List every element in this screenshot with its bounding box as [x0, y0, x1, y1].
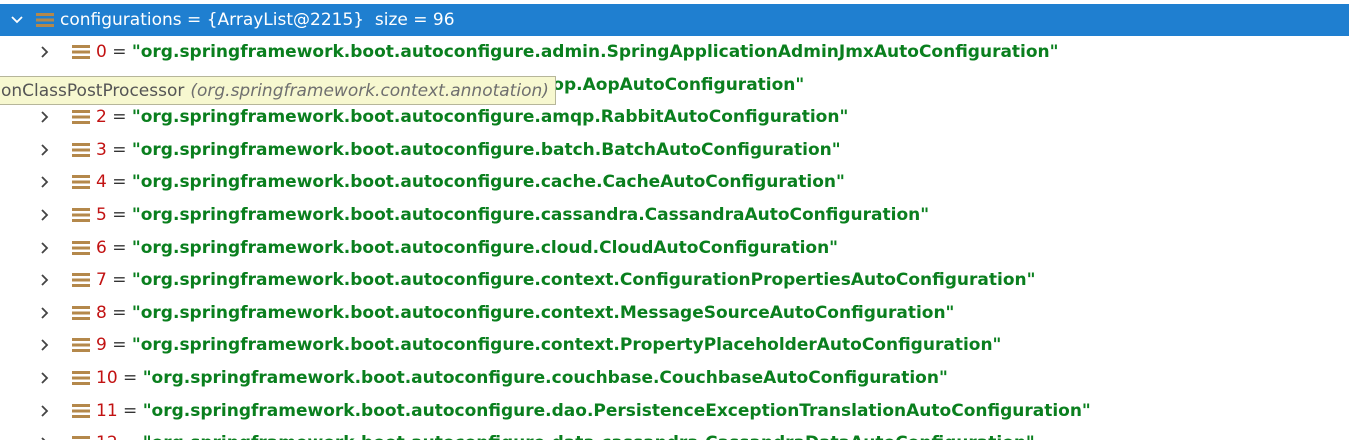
item-index: 4 — [96, 172, 107, 193]
variable-name: configurations — [60, 10, 182, 30]
list-item-row[interactable]: 7 = "org.springframework.boot.autoconfig… — [0, 264, 1349, 296]
list-item-row[interactable]: 4 = "org.springframework.boot.autoconfig… — [0, 166, 1349, 198]
item-value: "org.springframework.boot.autoconfigure.… — [131, 237, 839, 258]
item-value: "org.springframework.boot.autoconfigure.… — [142, 368, 948, 388]
list-field-icon — [72, 305, 90, 320]
equals-sign: = — [118, 433, 143, 440]
chevron-right-icon[interactable] — [38, 45, 52, 59]
variable-row-configurations[interactable]: configurations = {ArrayList@2215} size =… — [0, 4, 1349, 36]
item-value: "org.springframework.boot.autoconfigure.… — [131, 107, 849, 128]
equals-sign: = — [106, 302, 132, 323]
list-field-icon — [36, 13, 54, 27]
collection-size: size = 96 — [374, 10, 455, 30]
chevron-right-icon[interactable] — [38, 143, 52, 157]
item-value: "org.springframework.boot.autoconfigure.… — [142, 400, 1091, 421]
list-field-icon — [72, 45, 90, 59]
item-index: 5 — [96, 205, 107, 225]
chevron-right-icon[interactable] — [38, 436, 52, 440]
chevron-right-icon[interactable] — [38, 306, 52, 320]
chevron-right-icon[interactable] — [38, 273, 52, 287]
list-field-icon — [72, 338, 90, 353]
chevron-right-icon[interactable] — [38, 241, 52, 255]
item-index: 3 — [96, 139, 107, 160]
item-index: 0 — [96, 42, 107, 62]
equals-sign: = — [117, 400, 143, 421]
list-item-row[interactable]: 12 = "org.springframework.boot.autoconfi… — [0, 427, 1349, 440]
list-item-row[interactable]: 3 = "org.springframework.boot.autoconfig… — [0, 134, 1349, 166]
equals-sign: = — [106, 139, 132, 160]
equals-sign: = — [106, 205, 132, 225]
item-value: "org.springframework.boot.autoconfigure.… — [131, 42, 1059, 62]
item-index: 8 — [96, 302, 107, 323]
list-field-icon — [72, 110, 90, 125]
list-item-row[interactable]: 6 = "org.springframework.boot.autoconfig… — [0, 232, 1349, 264]
item-index: 12 — [96, 433, 118, 440]
item-index: 11 — [96, 400, 118, 421]
list-item-row[interactable]: 10 = "org.springframework.boot.autoconfi… — [0, 362, 1349, 394]
chevron-right-icon[interactable] — [38, 404, 52, 418]
item-value: "org.springframework.boot.autoconfigure.… — [131, 302, 955, 323]
item-value: "org.springframework.boot.autoconfigure.… — [131, 205, 930, 225]
list-field-icon — [72, 175, 90, 190]
equals-sign: = — [106, 42, 132, 62]
list-item-row[interactable]: 8 = "org.springframework.boot.autoconfig… — [0, 297, 1349, 329]
item-value: "org.springframework.boot.autoconfigure.… — [131, 139, 841, 160]
tooltip-class-name: onClassPostProcessor — [1, 80, 185, 101]
equals-sign: = — [106, 270, 132, 291]
list-item-row[interactable]: 9 = "org.springframework.boot.autoconfig… — [0, 329, 1349, 361]
item-value: "org.springframework.boot.autoconfigure.… — [131, 270, 1036, 291]
chevron-right-icon[interactable] — [38, 338, 52, 352]
chevron-right-icon[interactable] — [38, 371, 52, 385]
item-index: 10 — [96, 368, 118, 388]
equals-sign: = — [117, 368, 143, 388]
item-index: 2 — [96, 107, 107, 128]
item-value: "org.springframework.boot.autoconfigure.… — [143, 433, 1035, 440]
list-field-icon — [72, 240, 90, 255]
item-index: 9 — [96, 335, 107, 356]
item-value: "org.springframework.boot.autoconfigure.… — [131, 172, 845, 193]
equals-sign: = — [106, 237, 132, 258]
item-index: 7 — [96, 270, 107, 291]
chevron-right-icon[interactable] — [38, 175, 52, 189]
list-field-icon — [72, 403, 90, 418]
chevron-right-icon[interactable] — [38, 208, 52, 222]
variable-type: {ArrayList@2215} — [206, 10, 365, 30]
item-index: 6 — [96, 237, 107, 258]
list-item-row[interactable]: 11 = "org.springframework.boot.autoconfi… — [0, 395, 1349, 427]
class-tooltip: onClassPostProcessor (org.springframewor… — [0, 76, 556, 105]
equals-sign: = — [106, 107, 132, 128]
list-field-icon — [72, 142, 90, 157]
item-value: "org.springframework.boot.autoconfigure.… — [131, 335, 1002, 356]
list-item-row[interactable]: 0 = "org.springframework.boot.autoconfig… — [0, 36, 1349, 68]
equals-sign: = — [106, 172, 132, 193]
chevron-down-icon[interactable] — [10, 13, 24, 27]
equals-sign: = — [181, 10, 207, 30]
list-field-icon — [72, 208, 90, 222]
tooltip-package: (org.springframework.context.annotation) — [190, 80, 549, 101]
debugger-variables-tree: configurations = {ArrayList@2215} size =… — [0, 0, 1349, 440]
list-item-row[interactable]: 5 = "org.springframework.boot.autoconfig… — [0, 199, 1349, 231]
list-field-icon — [72, 273, 90, 288]
equals-sign: = — [106, 335, 132, 356]
list-item-row[interactable]: 2 = "org.springframework.boot.autoconfig… — [0, 101, 1349, 133]
chevron-right-icon[interactable] — [38, 110, 52, 124]
list-field-icon — [72, 436, 90, 440]
list-field-icon — [72, 371, 90, 385]
